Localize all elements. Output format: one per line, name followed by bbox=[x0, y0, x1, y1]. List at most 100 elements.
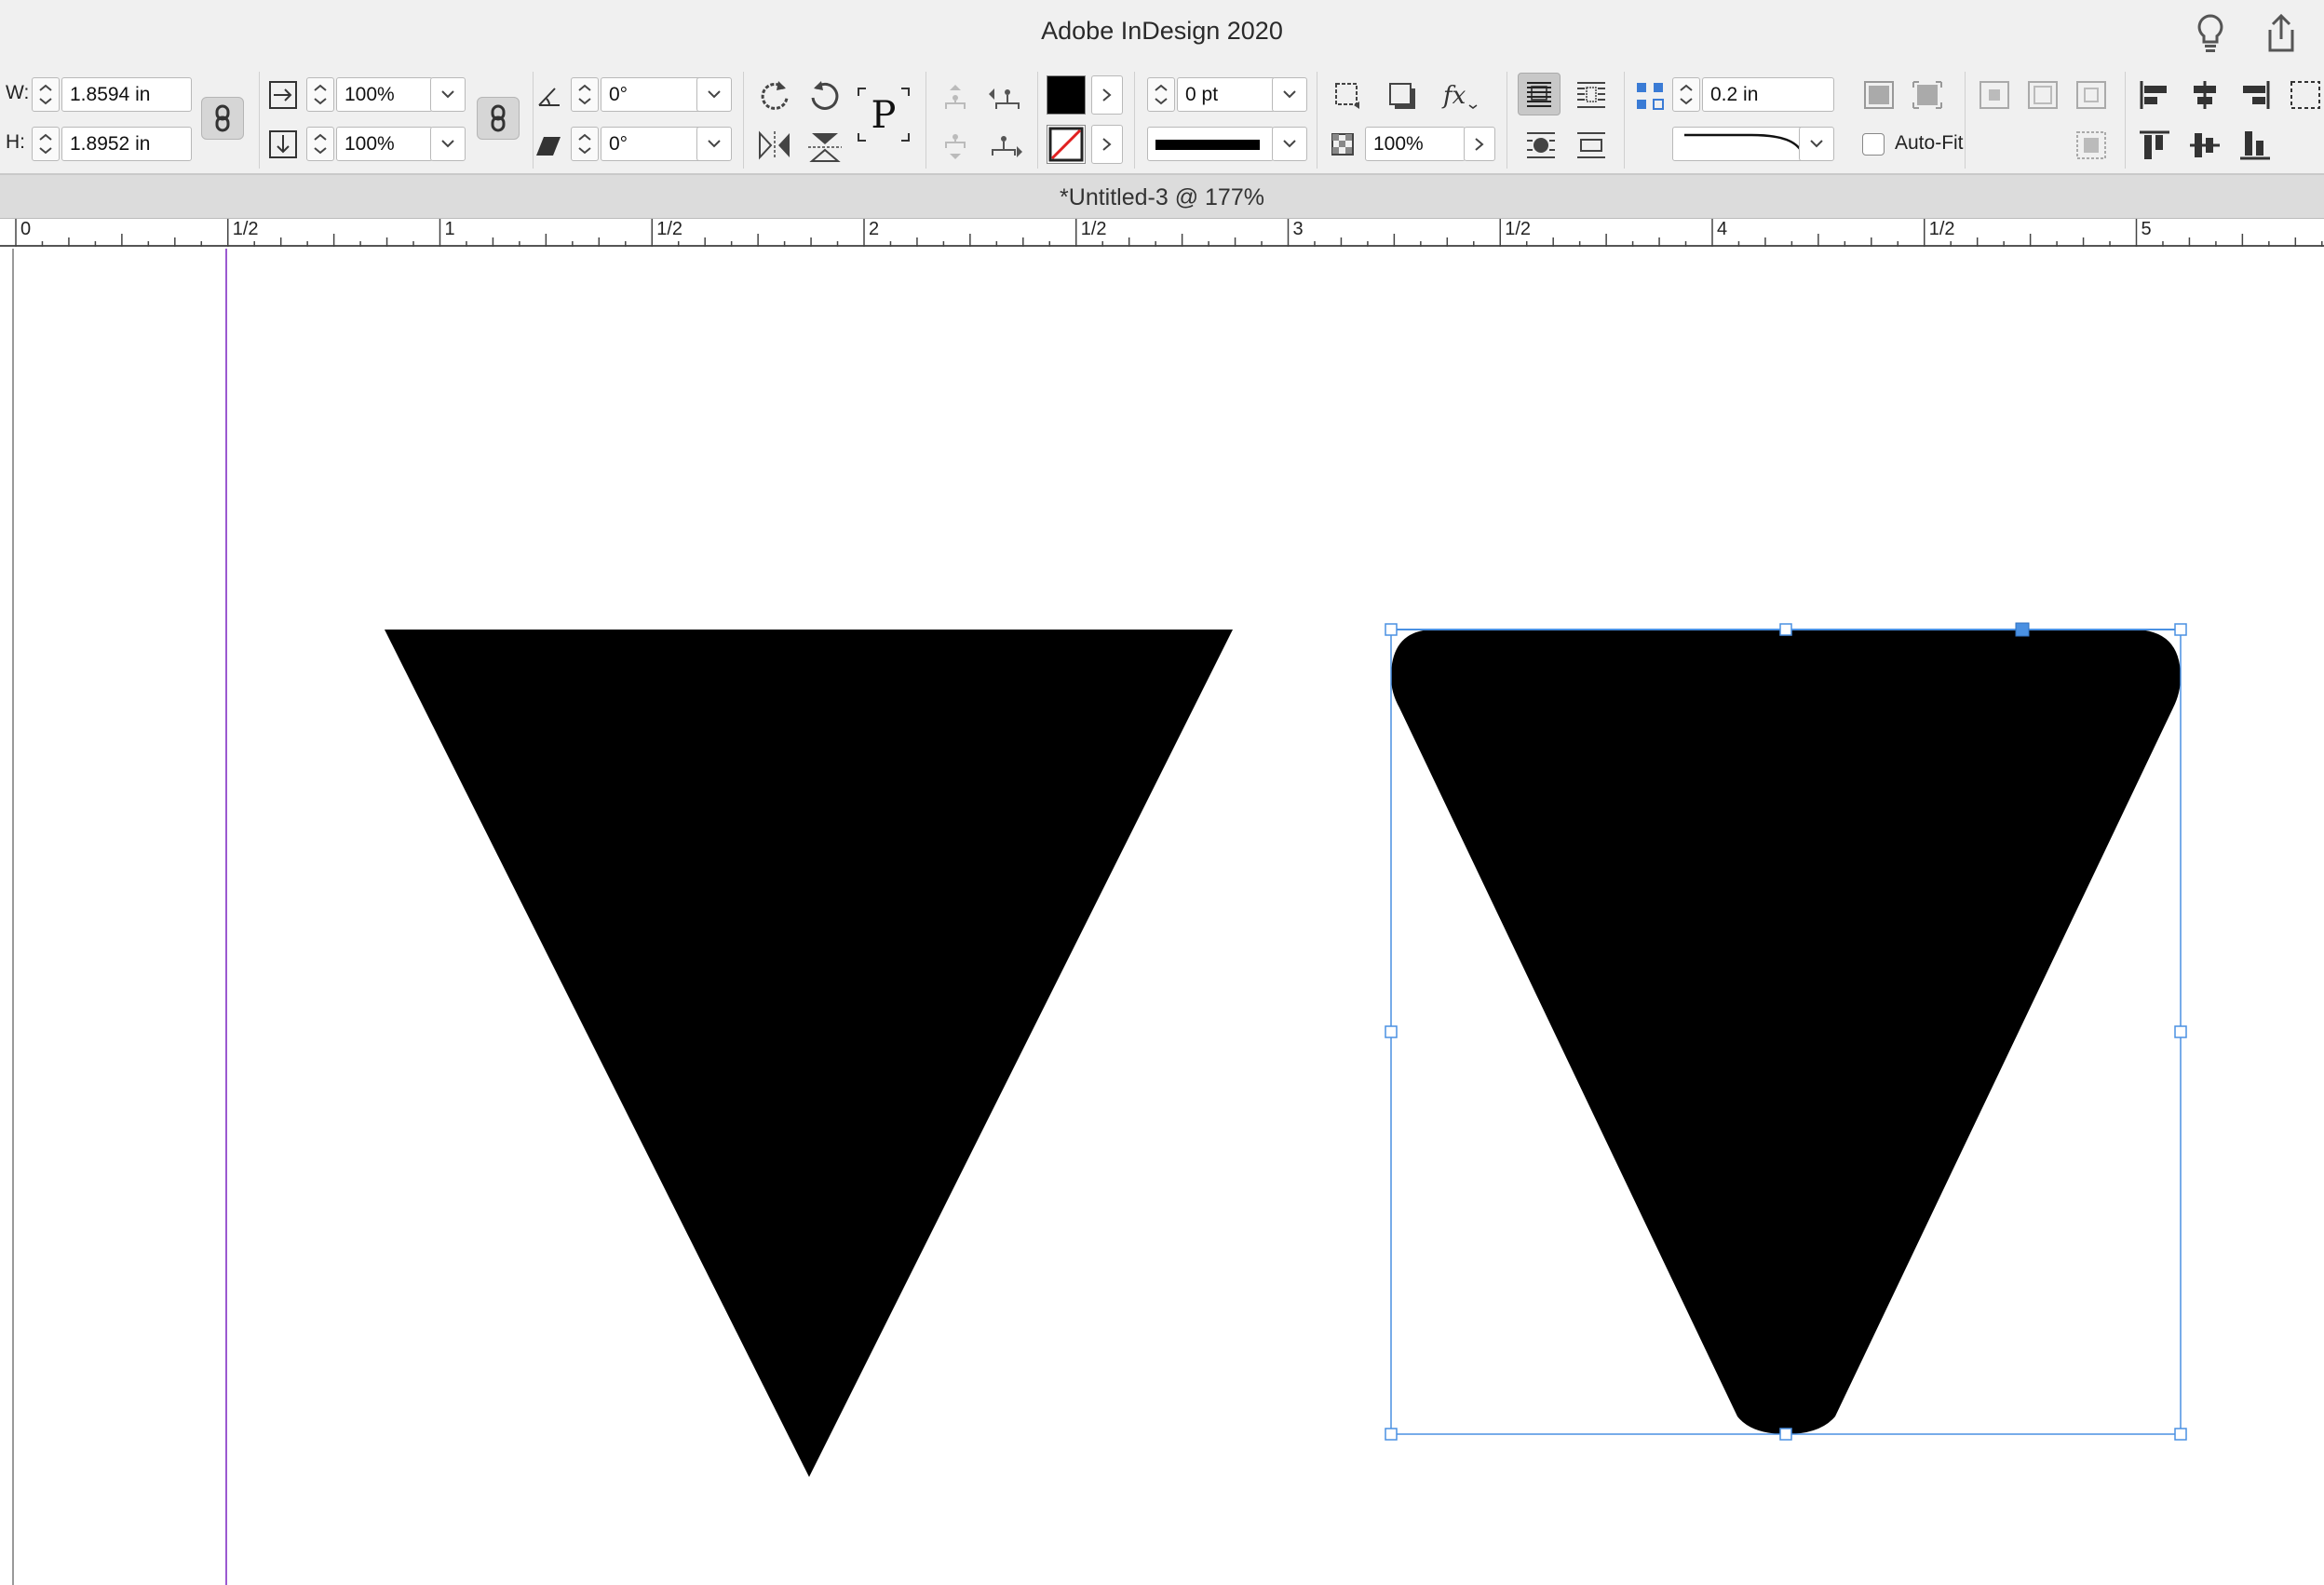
stroke-swatch-menu-button[interactable] bbox=[1091, 125, 1123, 164]
fit-frame-to-content-icon[interactable] bbox=[1911, 79, 1944, 115]
auto-fit-checkbox[interactable] bbox=[1862, 133, 1885, 156]
align-left-edges-icon[interactable] bbox=[2138, 79, 2171, 115]
frame-fitting-icon[interactable] bbox=[1333, 81, 1363, 115]
chevron-down-icon bbox=[441, 140, 454, 148]
height-stepper[interactable] bbox=[32, 127, 60, 161]
fill-swatch[interactable] bbox=[1047, 75, 1086, 115]
align-top-edges-icon[interactable] bbox=[2138, 129, 2171, 166]
chevron-right-icon bbox=[1102, 138, 1112, 151]
constrain-proportions-button[interactable] bbox=[201, 97, 244, 140]
app-title: Adobe InDesign 2020 bbox=[1041, 17, 1283, 45]
wrap-around-bounding-box-icon[interactable] bbox=[1575, 79, 1607, 115]
corner-size-field[interactable]: 0.2 in bbox=[1702, 77, 1834, 112]
opacity-field[interactable]: 100% bbox=[1365, 127, 1466, 161]
share-icon[interactable] bbox=[2263, 13, 2300, 59]
ruler-ticks bbox=[15, 219, 2323, 247]
ruler-label: 0 bbox=[20, 219, 32, 239]
handle-middle-right[interactable] bbox=[2174, 1025, 2187, 1038]
center-content-icon[interactable] bbox=[1978, 79, 2011, 115]
shear-icon bbox=[536, 133, 562, 162]
flip-vertical-icon[interactable] bbox=[806, 129, 844, 169]
scale-y-stepper[interactable] bbox=[306, 127, 334, 161]
wrap-around-object-shape-icon[interactable] bbox=[1525, 129, 1557, 166]
stroke-swatch[interactable] bbox=[1047, 125, 1086, 164]
stroke-weight-stepper[interactable] bbox=[1147, 77, 1175, 112]
effects-fx-icon[interactable]: fx bbox=[1441, 79, 1479, 115]
height-field[interactable]: 1.8952 in bbox=[61, 127, 192, 161]
shear-field[interactable]: 0° bbox=[601, 127, 701, 161]
stroke-weight-dropdown[interactable] bbox=[1272, 77, 1307, 112]
scale-y-dropdown[interactable] bbox=[430, 127, 466, 161]
fill-swatch-menu-button[interactable] bbox=[1091, 75, 1123, 115]
handle-bottom-center[interactable] bbox=[1779, 1428, 1792, 1441]
select-content-icon[interactable] bbox=[940, 131, 970, 166]
opacity-menu-button[interactable] bbox=[1464, 127, 1495, 161]
ruler-label: 1/2 bbox=[1080, 219, 1107, 239]
svg-text:fx: fx bbox=[1441, 82, 1466, 110]
fill-frame-proportionally-icon[interactable] bbox=[2026, 79, 2060, 115]
flip-horizontal-icon[interactable] bbox=[756, 129, 793, 166]
reference-point-p-icon[interactable]: P bbox=[857, 87, 911, 147]
lightbulb-icon[interactable] bbox=[2194, 13, 2227, 59]
scale-y-field[interactable]: 100% bbox=[336, 127, 433, 161]
pasteboard-canvas[interactable] bbox=[0, 249, 2324, 1585]
live-corner-widget[interactable] bbox=[2015, 622, 2030, 637]
rotate-clockwise-icon[interactable] bbox=[756, 77, 793, 119]
handle-bottom-right[interactable] bbox=[2174, 1428, 2187, 1441]
scale-x-field[interactable]: 100% bbox=[336, 77, 433, 112]
select-container-icon[interactable] bbox=[940, 83, 970, 117]
scale-x-stepper[interactable] bbox=[306, 77, 334, 112]
document-tab[interactable]: *Untitled-3 @ 177% bbox=[0, 175, 2324, 219]
chevron-down-icon bbox=[441, 90, 454, 99]
chevron-down-icon bbox=[708, 140, 721, 148]
corner-shape-dropdown[interactable] bbox=[1799, 127, 1834, 161]
height-label: H: bbox=[6, 131, 25, 153]
fit-content-to-frame-icon[interactable] bbox=[1862, 79, 1896, 115]
ruler-label: 5 bbox=[2141, 219, 2152, 239]
rounded-corner-shape-icon bbox=[1684, 133, 1804, 156]
scale-x-dropdown[interactable] bbox=[430, 77, 466, 112]
corner-options-icon[interactable] bbox=[1635, 81, 1665, 115]
rotation-dropdown[interactable] bbox=[696, 77, 732, 112]
horizontal-ruler[interactable]: 0 1/2 1 1/2 2 1/2 3 1/2 4 1/2 5 bbox=[0, 219, 2324, 247]
content-aware-fit-icon[interactable] bbox=[2074, 129, 2108, 166]
align-vertical-centers-icon[interactable] bbox=[2188, 129, 2222, 166]
no-text-wrap-button[interactable] bbox=[1518, 73, 1561, 115]
drop-shadow-icon[interactable] bbox=[1387, 81, 1417, 115]
width-stepper[interactable] bbox=[32, 77, 60, 112]
ruler-label: 1/2 bbox=[232, 219, 259, 239]
corner-size-stepper[interactable] bbox=[1672, 77, 1700, 112]
ruler-label: 1/2 bbox=[1928, 219, 1955, 239]
align-right-edges-icon[interactable] bbox=[2238, 79, 2272, 115]
handle-bottom-left[interactable] bbox=[1385, 1428, 1398, 1441]
align-bottom-edges-icon[interactable] bbox=[2238, 129, 2272, 166]
scale-y-icon bbox=[268, 129, 298, 164]
handle-middle-left[interactable] bbox=[1385, 1025, 1398, 1038]
select-next-object-icon[interactable] bbox=[987, 131, 1024, 166]
distribute-icon[interactable] bbox=[2289, 79, 2322, 115]
constrain-scale-button[interactable] bbox=[477, 97, 520, 140]
shear-dropdown[interactable] bbox=[696, 127, 732, 161]
stroke-type-field[interactable] bbox=[1147, 127, 1274, 161]
fit-content-proportionally-icon[interactable] bbox=[2074, 79, 2108, 115]
sharp-inverted-triangle[interactable] bbox=[385, 630, 1233, 1477]
handle-top-left[interactable] bbox=[1385, 623, 1398, 636]
handle-top-right[interactable] bbox=[2174, 623, 2187, 636]
auto-fit-label: Auto-Fit bbox=[1895, 132, 1964, 154]
ruler-label: 4 bbox=[1717, 219, 1728, 239]
rotation-field[interactable]: 0° bbox=[601, 77, 701, 112]
shear-stepper[interactable] bbox=[571, 127, 599, 161]
corner-shape-field[interactable] bbox=[1672, 127, 1804, 161]
select-previous-object-icon[interactable] bbox=[987, 83, 1024, 117]
align-horizontal-centers-icon[interactable] bbox=[2188, 79, 2222, 115]
stroke-weight-field[interactable]: 0 pt bbox=[1177, 77, 1276, 112]
rotate-counterclockwise-icon[interactable] bbox=[806, 77, 844, 119]
rounded-inverted-triangle[interactable] bbox=[1391, 630, 2181, 1434]
jump-object-icon[interactable] bbox=[1575, 129, 1607, 166]
stroke-type-dropdown[interactable] bbox=[1272, 127, 1307, 161]
rotation-stepper[interactable] bbox=[571, 77, 599, 112]
chevron-down-icon bbox=[708, 90, 721, 99]
opacity-icon bbox=[1330, 131, 1358, 164]
handle-top-center[interactable] bbox=[1779, 623, 1792, 636]
width-field[interactable]: 1.8594 in bbox=[61, 77, 192, 112]
